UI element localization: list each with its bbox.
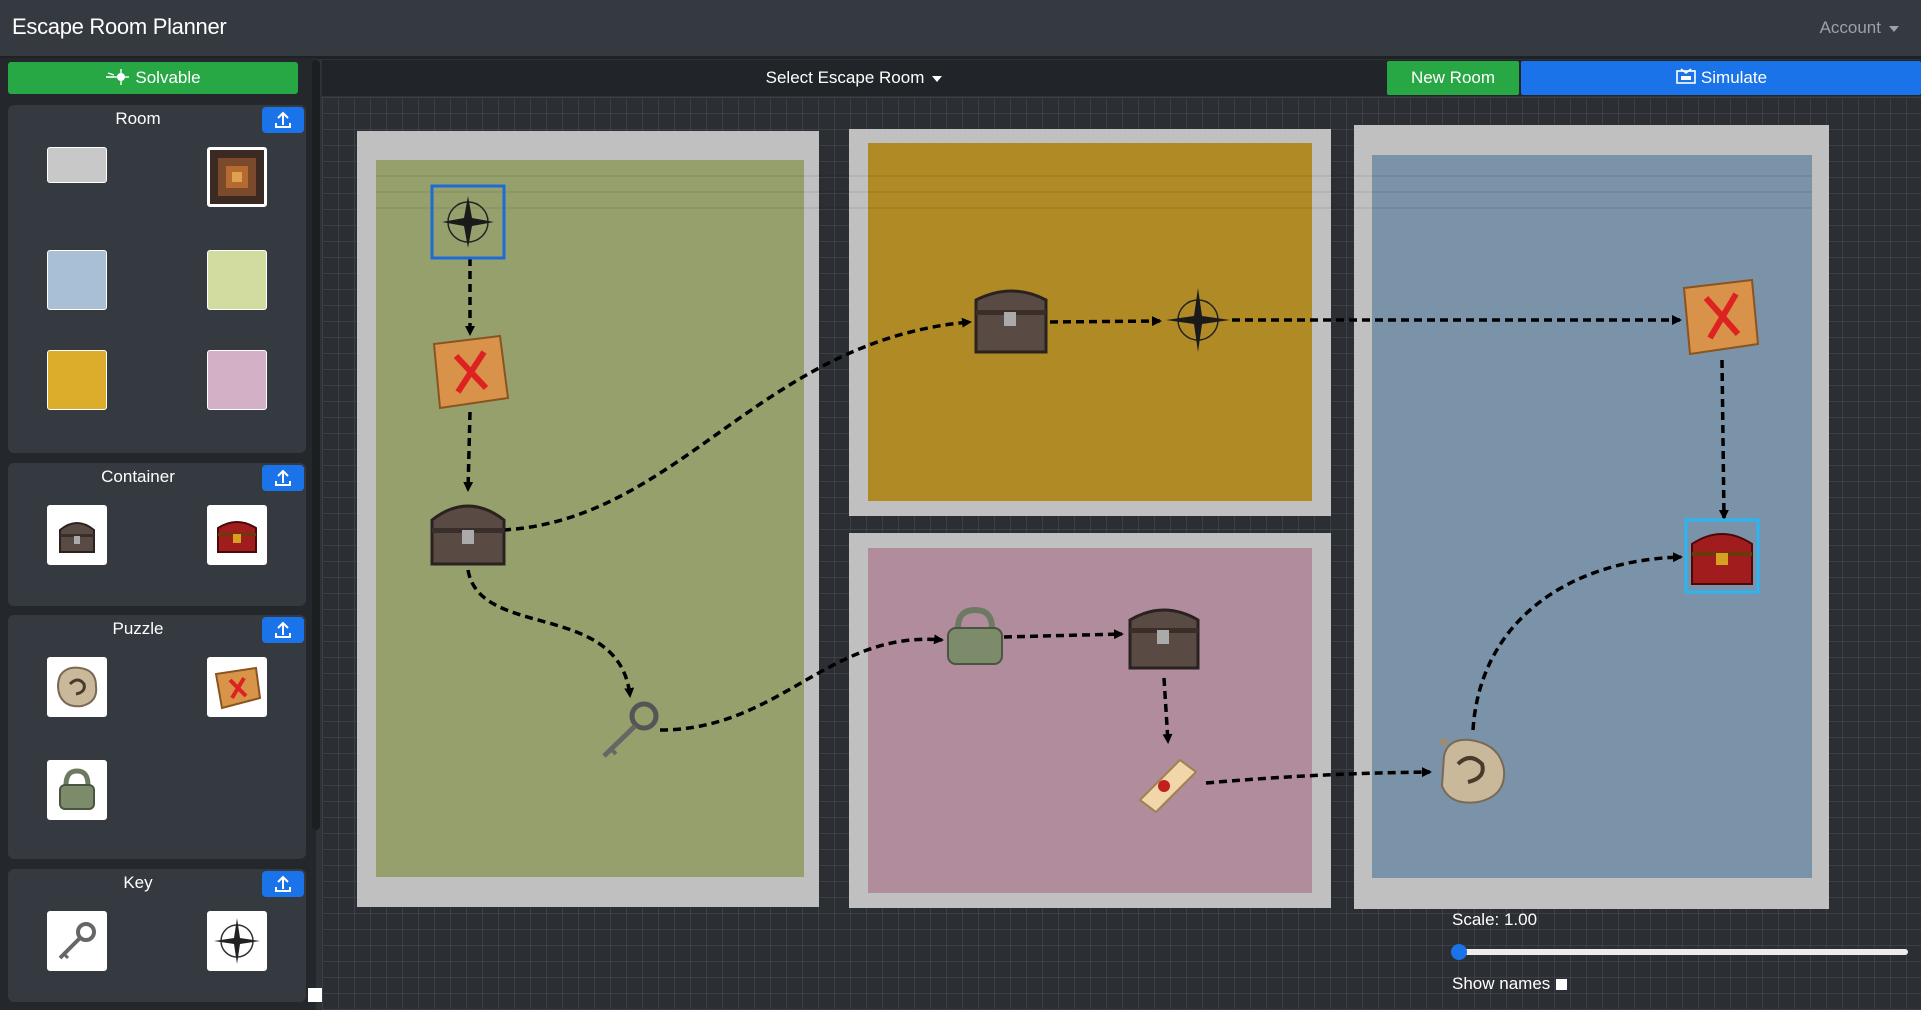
room-green[interactable] [357,131,819,907]
room-pink[interactable] [849,533,1331,908]
treasure-map-node-green[interactable] [432,334,510,410]
escape-room-diagram[interactable] [0,0,1921,1010]
scale-slider-track[interactable] [1458,949,1908,955]
scale-label: Scale: 1.00 [1452,910,1538,929]
chest-node-pink[interactable] [1128,608,1200,670]
connection-chest-to-compass [1049,316,1162,327]
treasure-map-node-blue[interactable] [1682,278,1760,356]
chest-node-green[interactable] [430,504,506,566]
show-names-checkbox[interactable] [1556,979,1568,991]
show-names-toggle[interactable]: Show names [1452,974,1568,994]
chest-node-yellow[interactable] [974,289,1048,354]
scale-slider-thumb[interactable] [1451,944,1467,960]
show-names-label: Show names [1452,974,1551,993]
room-blue[interactable] [1354,125,1829,909]
